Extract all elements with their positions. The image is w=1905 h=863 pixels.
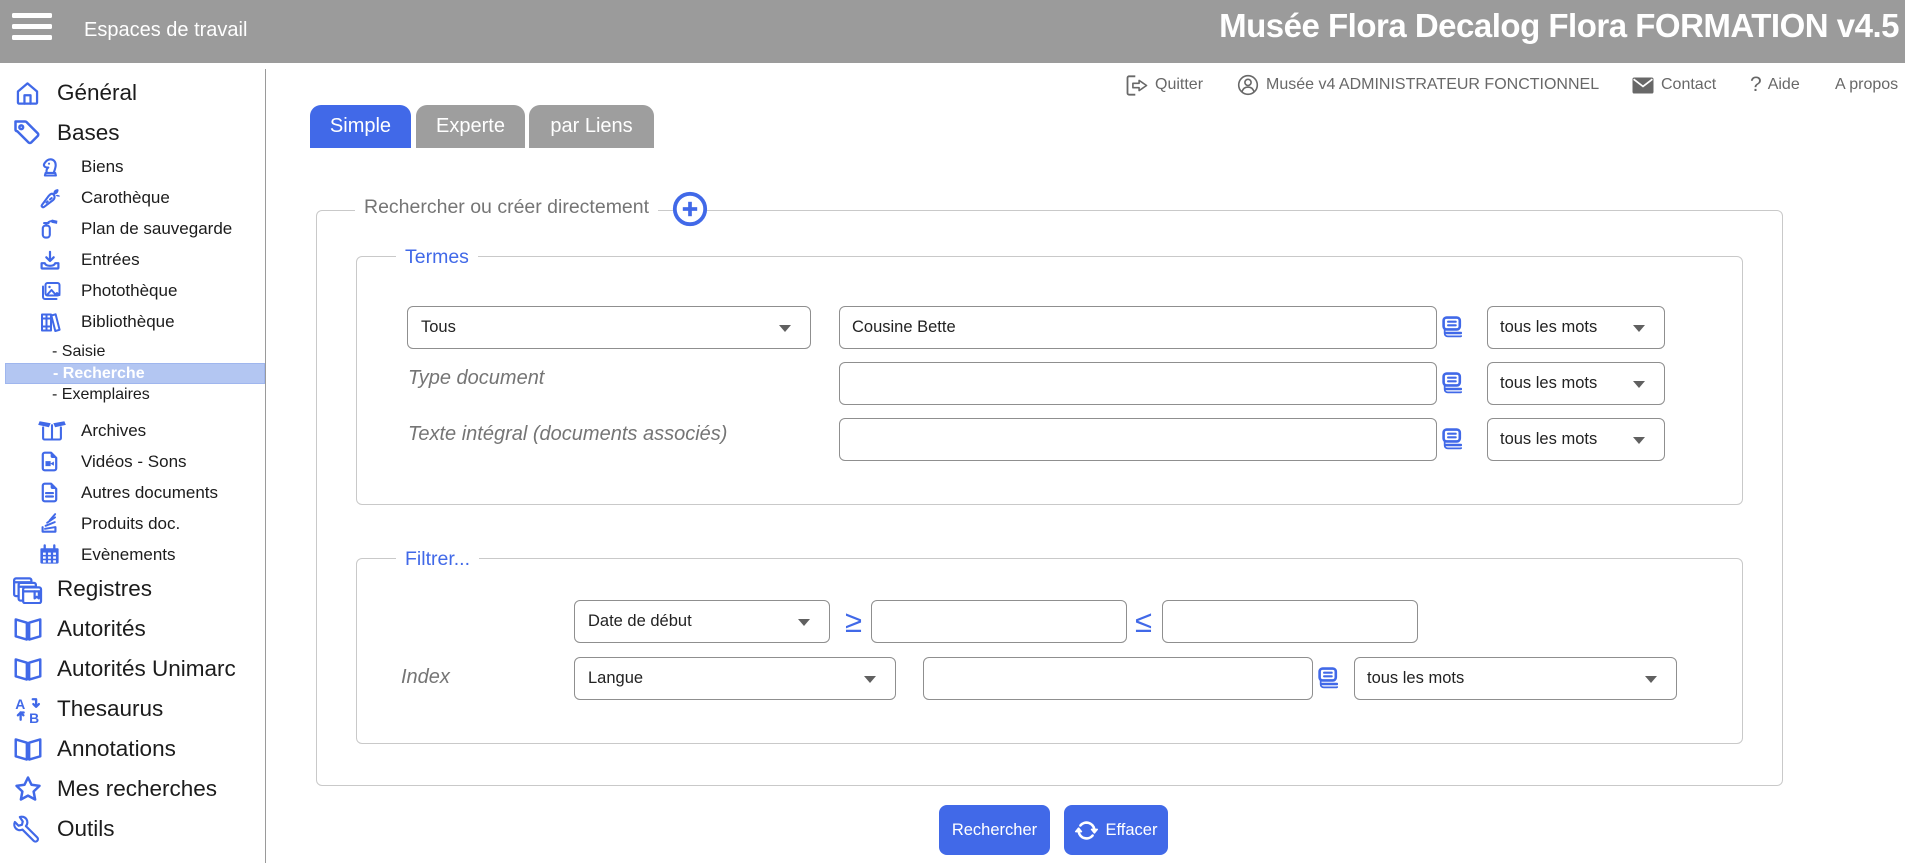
svg-text:A: A <box>15 695 25 711</box>
svg-text:B: B <box>29 709 39 723</box>
